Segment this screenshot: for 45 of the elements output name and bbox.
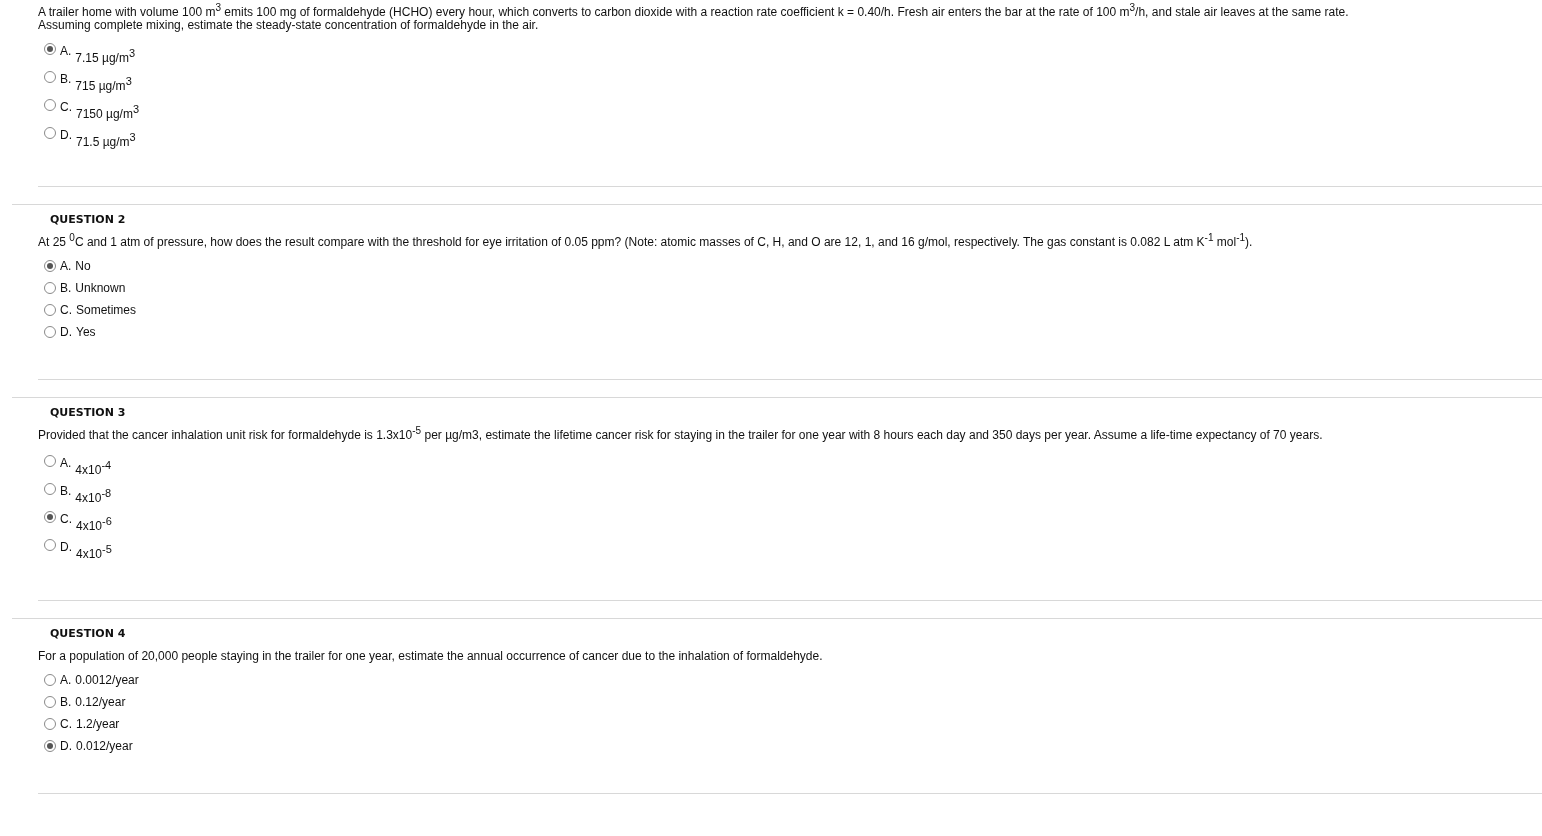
radio-button[interactable]	[44, 304, 56, 316]
option-text: Unknown	[75, 280, 126, 297]
option-letter: A.	[60, 455, 72, 472]
option-letter: A.	[60, 672, 72, 689]
option-text: 0.012/year	[76, 738, 133, 755]
option-letter: A.	[60, 258, 72, 275]
radio-button[interactable]	[44, 539, 56, 551]
radio-button[interactable]	[44, 696, 56, 708]
option-letter: B.	[60, 694, 72, 711]
option-letter: D.	[60, 738, 72, 755]
option-text: 0.12/year	[75, 694, 126, 711]
option-text: Yes	[76, 324, 96, 341]
radio-button[interactable]	[44, 483, 56, 495]
option-letter: D.	[60, 539, 72, 556]
question-heading: QUESTION 4	[50, 626, 127, 642]
radio-button[interactable]	[44, 674, 56, 686]
radio-button[interactable]	[44, 282, 56, 294]
option-text: Sometimes	[76, 302, 137, 319]
option-text: No	[75, 258, 91, 275]
question-heading: QUESTION 2	[50, 212, 127, 228]
question-text: For a population of 20,000 people staying in the trailer for one year, estimate the annual occurrence of cancer due to the inhalation of formaldehyde.	[38, 650, 824, 663]
radio-button[interactable]	[44, 455, 56, 467]
radio-button[interactable]	[44, 511, 56, 523]
radio-button[interactable]	[44, 718, 56, 730]
radio-button[interactable]	[44, 326, 56, 338]
option-letter: B.	[60, 71, 72, 88]
radio-button[interactable]	[44, 99, 56, 111]
option-letter: D.	[60, 127, 72, 144]
radio-button[interactable]	[44, 71, 56, 83]
option-letter: B.	[60, 483, 72, 500]
option-letter: C.	[60, 99, 72, 116]
option-letter: B.	[60, 280, 72, 297]
option-letter: C.	[60, 302, 72, 319]
radio-button[interactable]	[44, 43, 56, 55]
radio-button[interactable]	[44, 127, 56, 139]
option-text: 1.2/year	[76, 716, 120, 733]
option-letter: C.	[60, 511, 72, 528]
question-heading: QUESTION 3	[50, 405, 127, 421]
question-text: Assuming complete mixing, estimate the steady-state concentration of formaldehyde in the air.	[38, 19, 540, 32]
option-letter: C.	[60, 716, 72, 733]
radio-button[interactable]	[44, 740, 56, 752]
option-text: 0.0012/year	[75, 672, 139, 689]
option-letter: A.	[60, 43, 72, 60]
radio-button[interactable]	[44, 260, 56, 272]
option-letter: D.	[60, 324, 72, 341]
